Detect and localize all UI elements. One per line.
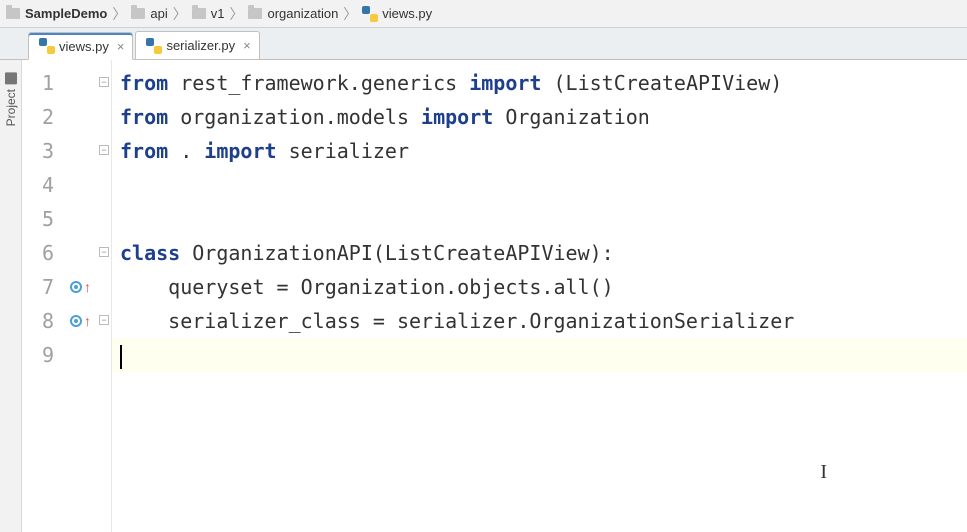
folder-icon [6, 8, 20, 19]
breadcrumb-folder[interactable]: organization [244, 6, 342, 21]
line-number: 3 [22, 134, 64, 168]
line-number: 5 [22, 202, 64, 236]
breadcrumb-project[interactable]: SampleDemo [2, 6, 111, 21]
chevron-right-icon: 〉 [111, 4, 127, 24]
gutter-row: − [64, 236, 111, 270]
code-line[interactable]: class OrganizationAPI(ListCreateAPIView)… [112, 236, 967, 270]
fold-handle-icon[interactable]: − [99, 145, 109, 155]
breadcrumb-file[interactable]: views.py [358, 6, 436, 22]
line-number: 2 [22, 100, 64, 134]
gutter-row [64, 168, 111, 202]
code-line[interactable] [112, 338, 967, 372]
caret [120, 345, 122, 369]
gutter-marks: −−−↑↑− [64, 60, 112, 532]
main-area: Project 123456789 −−−↑↑− from rest_frame… [0, 60, 967, 532]
text-cursor-icon: I [820, 461, 827, 484]
code-line[interactable] [112, 202, 967, 236]
folder-icon [131, 8, 145, 19]
toolwindow-bar: Project [0, 60, 22, 532]
chevron-right-icon: 〉 [228, 4, 244, 24]
override-icon[interactable] [70, 281, 82, 293]
breadcrumb-file-label: views.py [382, 6, 432, 21]
code-line[interactable]: queryset = Organization.objects.all() [112, 270, 967, 304]
gutter-row [64, 202, 111, 236]
breadcrumb-folder[interactable]: v1 [188, 6, 229, 21]
code-area[interactable]: from rest_framework.generics import (Lis… [112, 60, 967, 532]
tab-label: views.py [59, 39, 109, 54]
line-number: 8 [22, 304, 64, 338]
up-arrow-icon: ↑ [84, 313, 91, 329]
editor-tabs: views.py × serializer.py × [0, 28, 967, 60]
up-arrow-icon: ↑ [84, 279, 91, 295]
gutter-row [64, 338, 111, 372]
code-line[interactable] [112, 168, 967, 202]
python-file-icon [146, 38, 162, 54]
folder-icon [192, 8, 206, 19]
breadcrumb-label: api [150, 6, 167, 21]
gutter-row: ↑ [64, 270, 111, 304]
chevron-right-icon: 〉 [172, 4, 188, 24]
code-line[interactable]: serializer_class = serializer.Organizati… [112, 304, 967, 338]
project-icon [5, 72, 17, 84]
fold-handle-icon[interactable]: − [99, 77, 109, 87]
fold-handle-icon[interactable]: − [99, 315, 109, 325]
python-file-icon [39, 38, 55, 54]
chevron-right-icon: 〉 [342, 4, 358, 24]
close-icon[interactable]: × [243, 39, 251, 52]
line-number: 4 [22, 168, 64, 202]
close-icon[interactable]: × [117, 40, 125, 53]
tab-views[interactable]: views.py × [28, 32, 133, 60]
breadcrumb-label: organization [267, 6, 338, 21]
code-line[interactable]: from organization.models import Organiza… [112, 100, 967, 134]
breadcrumb-label: v1 [211, 6, 225, 21]
gutter-row: − [64, 134, 111, 168]
toolwindow-label: Project [4, 89, 18, 126]
override-icon[interactable] [70, 315, 82, 327]
project-toolwindow-tab[interactable]: Project [3, 66, 19, 132]
code-line[interactable]: from rest_framework.generics import (Lis… [112, 66, 967, 100]
breadcrumb-folder[interactable]: api [127, 6, 171, 21]
line-number: 7 [22, 270, 64, 304]
gutter-row: − [64, 66, 111, 100]
line-number: 9 [22, 338, 64, 372]
folder-icon [248, 8, 262, 19]
line-number: 6 [22, 236, 64, 270]
gutter-row: ↑− [64, 304, 111, 338]
fold-handle-icon[interactable]: − [99, 247, 109, 257]
gutter-row [64, 100, 111, 134]
breadcrumb[interactable]: SampleDemo 〉 api 〉 v1 〉 organization 〉 v… [0, 0, 967, 28]
tab-serializer[interactable]: serializer.py × [135, 31, 259, 59]
breadcrumb-project-label: SampleDemo [25, 6, 107, 21]
line-number: 1 [22, 66, 64, 100]
line-number-gutter: 123456789 [22, 60, 64, 532]
code-line[interactable]: from . import serializer [112, 134, 967, 168]
tab-label: serializer.py [166, 38, 235, 53]
python-file-icon [362, 6, 378, 22]
code-editor[interactable]: 123456789 −−−↑↑− from rest_framework.gen… [22, 60, 967, 532]
